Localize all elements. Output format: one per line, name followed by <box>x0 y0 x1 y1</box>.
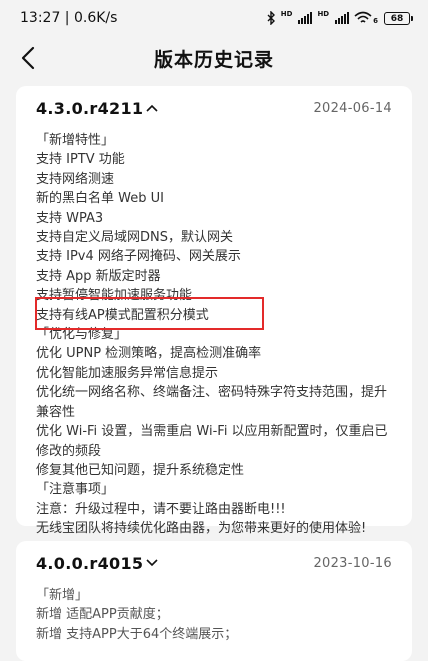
version-number: 4.3.0.r4211 <box>36 98 144 118</box>
release-note-line: 新的黑白名单 Web UI <box>36 191 164 207</box>
release-note-line: 支持有线AP模式配置积分模式 <box>36 307 209 323</box>
signal1-hd-label: HD <box>280 10 293 18</box>
release-note-line: 支持暂停智能加速服务功能 <box>36 288 193 304</box>
release-date: 2023-10-16 <box>313 555 392 571</box>
release-note-line: 优化 UPNP 检测策略，提高检测准确率 <box>36 346 262 362</box>
version-header[interactable]: 4.3.0.r4211 2024-06-14 <box>36 86 392 130</box>
version-number: 4.0.0.r4015 <box>36 553 144 573</box>
release-note-line: 无线宝团队将持续优化路由器，为您带来更好的使用体验! <box>36 521 367 537</box>
chevron-up-icon[interactable] <box>146 104 158 112</box>
signal2-hd-label: HD <box>317 10 330 18</box>
back-button[interactable] <box>8 38 48 78</box>
wifi-icon <box>354 11 372 23</box>
release-note-line: 修复其他已知问题，提升系统稳定性 <box>36 462 245 478</box>
release-note-line: 支持 WPA3 <box>36 210 104 226</box>
release-note-line: 优化统一网络名称、终端备注、密码特殊字符支持范围，提升兼容性 <box>36 385 388 420</box>
release-note-line: 新增 适配APP贡献度； <box>36 607 169 623</box>
notes-section-heading: 「新增特性」 <box>36 133 115 148</box>
page-title: 版本历史记录 <box>153 48 274 71</box>
release-note-line: 优化智能加速服务异常信息提示 <box>36 365 219 381</box>
status-time-speed: 13:27 | 0.6K/s <box>20 10 118 26</box>
wifi-6-label: 6 <box>373 17 378 25</box>
release-note-line: 注意：升级过程中，请不要让路由器断电!!! <box>36 501 286 517</box>
release-notes: 「新增特性」 支持 IPTV 功能 支持网络测速 新的黑白名单 Web UI 支… <box>36 131 392 539</box>
battery-icon: 68 <box>384 11 413 25</box>
version-card: 4.3.0.r4211 2024-06-14 「新增特性」 支持 IPTV 功能… <box>16 86 412 536</box>
chevron-down-icon[interactable] <box>146 559 158 567</box>
release-note-line: 支持 IPv4 网络子网掩码、网关展示 <box>36 249 241 265</box>
status-bar: 13:27 | 0.6K/s HD HD 6 68 <box>0 0 428 36</box>
signal2-icon <box>335 12 350 24</box>
release-note-line: 支持 IPTV 功能 <box>36 152 125 168</box>
version-card: 4.0.0.r4015 2023-10-16 「新增」 新增 适配APP贡献度；… <box>16 541 412 661</box>
back-arrow-icon <box>21 46 35 70</box>
release-note-line: 优化 Wi-Fi 设置，当需重启 Wi-Fi 以应用新配置时，仅重启已修改的频段 <box>36 424 388 459</box>
bluetooth-icon <box>267 11 275 25</box>
notes-section-heading: 「优化与修复」 <box>36 327 128 343</box>
release-note-line: 支持网络测速 <box>36 171 115 187</box>
nav-bar: 版本历史记录 <box>0 36 428 80</box>
release-date: 2024-06-14 <box>313 100 392 116</box>
release-note-line: 支持自定义局域网DNS，默认网关 <box>36 230 233 246</box>
notes-section-heading: 「注意事项」 <box>36 482 115 498</box>
release-note-line: 支持 App 新版定时器 <box>36 268 161 284</box>
status-icons: HD HD 6 68 <box>267 10 413 25</box>
version-header[interactable]: 4.0.0.r4015 2023-10-16 <box>36 541 392 585</box>
release-note-line: 新增 支持APP大于64个终端展示； <box>36 626 238 642</box>
notes-section-heading: 「新增」 <box>36 588 89 603</box>
release-notes: 「新增」 新增 适配APP贡献度； 新增 支持APP大于64个终端展示； <box>36 586 392 644</box>
signal1-icon <box>298 12 313 24</box>
